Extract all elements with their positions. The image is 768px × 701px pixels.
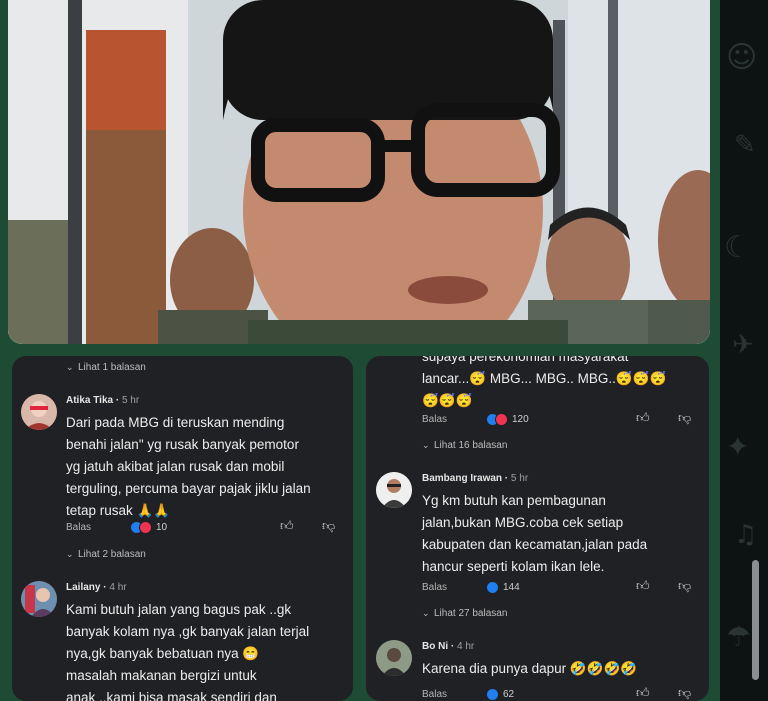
commenter-name[interactable]: Lailany · 4 hr <box>66 582 127 593</box>
thumbs-up-icon[interactable]: 👍︎ <box>280 518 294 534</box>
doodle-icon: ✈ <box>732 330 754 360</box>
view-replies-link[interactable]: ⌄ Lihat 1 balasan <box>66 362 146 373</box>
reply-button[interactable]: Balas <box>422 582 447 593</box>
view-replies-link[interactable]: ⌄ Lihat 27 balasan <box>422 608 507 619</box>
comment-text: Dari pada MBG di teruskan mending benahi… <box>66 415 311 518</box>
reaction-summary[interactable]: 10 <box>130 521 167 534</box>
avatar-image <box>21 394 57 430</box>
thumbs-down-icon[interactable]: 👎︎ <box>678 578 691 594</box>
doodle-icon: ✎ <box>734 130 756 160</box>
commenter-name[interactable]: Bambang Irawan · 5 hr <box>422 473 528 484</box>
doodle-icon: ♫ <box>734 520 758 550</box>
doodle-icon: ✦ <box>726 430 750 463</box>
thumbs-down-icon[interactable]: 👎︎ <box>678 410 691 426</box>
comment-text: supaya perekonomian masyarakat lancar...… <box>422 356 667 408</box>
commenter-name[interactable]: Bo Ni · 4 hr <box>422 641 474 652</box>
scrollbar[interactable] <box>752 560 759 680</box>
chat-wallpaper-strip: ☺ ✎ ☾ ✈ ✦ ♫ ☂ <box>720 0 768 701</box>
avatar[interactable] <box>21 394 57 430</box>
avatar-image <box>376 640 412 676</box>
reaction-summary[interactable]: 144 <box>486 581 520 594</box>
thumbs-up-icon[interactable]: 👍︎ <box>636 410 650 426</box>
reaction-summary[interactable]: 120 <box>486 413 529 426</box>
like-reaction-icon <box>486 688 499 701</box>
reply-button[interactable]: Balas <box>66 522 91 533</box>
avatar-image <box>21 581 57 617</box>
chevron-down-icon: ⌄ <box>66 362 74 372</box>
doodle-icon: ☺ <box>726 40 758 75</box>
view-replies-link[interactable]: ⌄ Lihat 16 balasan <box>422 440 507 451</box>
avatar[interactable] <box>21 581 57 617</box>
comments-panel-left: ⌄ Lihat 1 balasan Atika Tika · 5 hr Dari … <box>12 356 353 701</box>
avatar[interactable] <box>376 472 412 508</box>
avatar-image <box>376 472 412 508</box>
love-reaction-icon <box>495 413 508 426</box>
doodle-icon: ☂ <box>726 620 752 653</box>
comment-text: Yg km butuh kan pembagunan jalan,bukan M… <box>422 493 648 574</box>
view-replies-link[interactable]: ⌄ Lihat 2 balasan <box>66 549 146 560</box>
comments-panel-right: supaya perekonomian masyarakat lancar...… <box>366 356 709 701</box>
comment-text: Karena dia punya dapur 🤣🤣🤣🤣 <box>422 661 638 676</box>
commenter-name[interactable]: Atika Tika · 5 hr <box>66 395 139 406</box>
reply-button[interactable]: Balas <box>422 414 447 425</box>
chevron-down-icon: ⌄ <box>66 549 74 559</box>
thumbs-up-icon[interactable]: 👍︎ <box>636 578 650 594</box>
chevron-down-icon: ⌄ <box>422 440 430 450</box>
video-still-photo[interactable] <box>8 0 710 344</box>
love-reaction-icon <box>139 521 152 534</box>
photo-illustration <box>8 0 710 344</box>
chevron-down-icon: ⌄ <box>422 608 430 618</box>
thumbs-down-icon[interactable]: 👎︎ <box>678 685 691 701</box>
reaction-summary[interactable]: 62 <box>486 688 514 701</box>
thumbs-down-icon[interactable]: 👎︎ <box>322 518 335 534</box>
reply-button[interactable]: Balas <box>422 689 447 700</box>
like-reaction-icon <box>486 581 499 594</box>
thumbs-up-icon[interactable]: 👍︎ <box>636 685 650 701</box>
doodle-icon: ☾ <box>724 230 751 265</box>
avatar[interactable] <box>376 640 412 676</box>
comment-text: Kami butuh jalan yang bagus pak ..gk ban… <box>66 602 310 701</box>
